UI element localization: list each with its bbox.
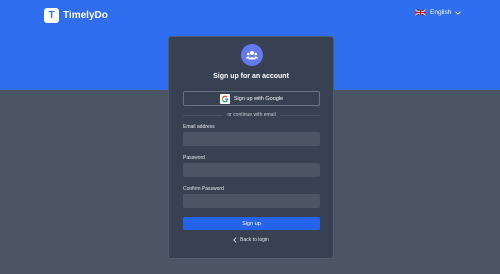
email-field[interactable] bbox=[183, 132, 320, 146]
signup-button[interactable]: Sign up bbox=[183, 217, 320, 230]
back-to-login-link[interactable]: Back to login bbox=[169, 237, 333, 243]
back-to-login-label: Back to login bbox=[240, 237, 269, 243]
divider-text: or continue with email bbox=[227, 112, 276, 118]
uk-flag-icon bbox=[415, 9, 426, 16]
users-icon bbox=[241, 44, 263, 66]
language-label: English bbox=[430, 9, 452, 16]
confirm-password-field[interactable] bbox=[183, 194, 320, 208]
confirm-password-label: Confirm Password bbox=[183, 186, 224, 192]
password-field[interactable] bbox=[183, 163, 320, 177]
google-signup-button[interactable]: Sign up with Google bbox=[183, 91, 320, 106]
google-icon bbox=[219, 93, 230, 104]
page-title: Sign up for an account bbox=[213, 73, 289, 80]
brand-name: TimelyDo bbox=[63, 9, 108, 21]
divider-line-left bbox=[183, 114, 224, 116]
language-selector[interactable]: English bbox=[415, 9, 462, 16]
brand-mark-icon: T bbox=[44, 7, 59, 23]
brand-logo[interactable]: T TimelyDo bbox=[44, 7, 108, 23]
chevron-left-icon bbox=[233, 237, 237, 243]
password-label: Password bbox=[183, 155, 205, 161]
email-label: Email address bbox=[183, 124, 215, 130]
divider: or continue with email bbox=[183, 111, 321, 119]
divider-line-right bbox=[279, 114, 321, 116]
google-signup-label: Sign up with Google bbox=[233, 95, 284, 102]
chevron-down-icon bbox=[455, 11, 462, 15]
signup-card: Sign up for an account Sign up with Goog… bbox=[168, 36, 334, 259]
